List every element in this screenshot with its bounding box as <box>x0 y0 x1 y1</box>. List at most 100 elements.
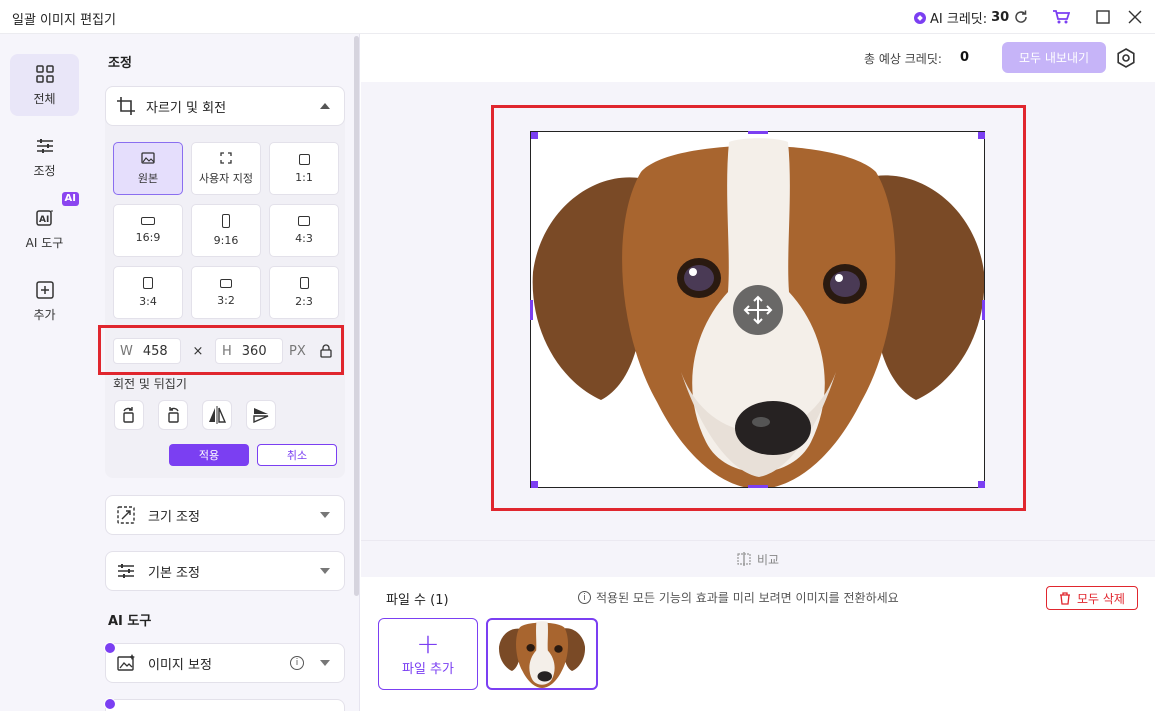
crop-handle-bottom-right[interactable] <box>978 481 985 488</box>
rotate-right-icon <box>123 407 134 423</box>
crop-handle-top[interactable] <box>748 131 768 134</box>
ratio-2-3[interactable]: 2:3 <box>269 266 339 319</box>
lock-icon[interactable] <box>320 344 332 358</box>
ratio-label: 원본 <box>137 171 159 185</box>
delete-all-button[interactable]: 모두 삭제 <box>1046 586 1138 610</box>
ratio-label: 4:3 <box>295 232 313 245</box>
ratio-label: 3:4 <box>139 295 157 308</box>
compare-icon <box>737 552 751 566</box>
file-thumbnail[interactable] <box>486 618 598 690</box>
ai-credits: AI 크레딧: 30 <box>914 8 1009 27</box>
nav-item-add[interactable]: 추가 <box>10 270 79 332</box>
move-arrows-icon <box>743 295 773 325</box>
info-icon[interactable]: i <box>290 656 304 670</box>
rotate-flip-title: 회전 및 뒤집기 <box>113 377 187 391</box>
crop-handle-bottom-left[interactable] <box>531 481 538 488</box>
width-value: 458 <box>142 343 168 359</box>
panel-scrollbar[interactable] <box>354 36 359 596</box>
export-all-button[interactable]: 모두 내보내기 <box>1002 42 1106 73</box>
plus-square-icon <box>35 280 54 299</box>
app-title: 일괄 이미지 편집기 <box>12 13 116 28</box>
info-icon: i <box>578 591 591 604</box>
sliders-icon <box>36 138 53 153</box>
portrait-icon <box>299 277 309 289</box>
section-title-adjust: 조정 <box>108 56 132 71</box>
basic-adjust-title: 기본 조정 <box>148 565 200 581</box>
height-value: 360 <box>241 343 267 359</box>
estimated-credits-value: 0 <box>960 50 970 65</box>
crop-rotate-title: 자르기 및 회전 <box>146 100 227 116</box>
cancel-button[interactable]: 취소 <box>257 444 337 466</box>
ratio-9-16[interactable]: 9:16 <box>191 204 261 257</box>
resize-icon <box>117 506 135 524</box>
nav-label: AI 도구 <box>25 235 64 250</box>
crop-rotate-header[interactable]: 자르기 및 회전 <box>105 86 345 126</box>
title-bar: 일괄 이미지 편집기 AI 크레딧: 30 <box>0 0 1155 34</box>
credits-value: 30 <box>991 10 1010 25</box>
pro-gem-icon <box>104 698 116 710</box>
rotate-left-button[interactable] <box>158 400 188 430</box>
ratio-label: 1:1 <box>295 170 313 184</box>
move-handle[interactable] <box>733 285 783 335</box>
crop-handle-top-right[interactable] <box>978 132 985 139</box>
maximize-icon[interactable] <box>1094 8 1112 26</box>
ratio-original[interactable]: 원본 <box>113 142 183 195</box>
credits-label: AI 크레딧: <box>930 12 988 27</box>
basic-adjust-accordion[interactable]: 기본 조정 <box>105 551 345 591</box>
landscape-icon <box>298 216 310 226</box>
height-field[interactable]: H 360 <box>215 338 283 364</box>
compare-bar[interactable]: 비교 <box>361 540 1155 577</box>
crop-handle-bottom[interactable] <box>748 485 768 488</box>
settings-gear-icon[interactable] <box>1116 48 1136 68</box>
nav-item-all[interactable]: 전체 <box>10 54 79 116</box>
ratio-3-2[interactable]: 3:2 <box>191 266 261 319</box>
refresh-icon[interactable] <box>1012 8 1030 26</box>
ratio-label: 사용자 지정 <box>198 171 254 185</box>
ai-badge: AI <box>61 192 79 206</box>
preview-tip: i 적용된 모든 기능의 효과를 미리 보려면 이미지를 전환하세요 <box>578 589 899 606</box>
ratio-custom[interactable]: 사용자 지정 <box>191 142 261 195</box>
dog-thumbnail <box>498 621 586 688</box>
delete-all-label: 모두 삭제 <box>1077 591 1125 606</box>
close-icon[interactable] <box>1126 8 1144 26</box>
width-label: W <box>120 343 133 359</box>
enhance-accordion[interactable]: 이미지 보정 i <box>104 642 345 683</box>
rotate-right-button[interactable] <box>114 400 144 430</box>
landscape-icon <box>220 278 232 288</box>
flip-vertical-button[interactable] <box>246 400 276 430</box>
rotate-left-icon <box>168 407 179 423</box>
nav-label: 전체 <box>33 91 56 106</box>
nav-label: 추가 <box>33 307 56 322</box>
square-icon <box>298 153 310 165</box>
custom-crop-icon <box>220 151 232 164</box>
image-icon <box>141 151 155 164</box>
next-tool-accordion[interactable] <box>104 698 345 711</box>
crop-handle-top-left[interactable] <box>531 132 538 139</box>
ratio-4-3[interactable]: 4:3 <box>269 204 339 257</box>
enhance-title: 이미지 보정 <box>148 657 212 673</box>
add-file-button[interactable]: + 파일 추가 <box>378 618 478 690</box>
nav-item-adjust[interactable]: 조정 <box>10 126 79 188</box>
flip-horizontal-button[interactable] <box>202 400 232 430</box>
resize-accordion[interactable]: 크기 조정 <box>105 495 345 535</box>
height-label: H <box>222 343 232 359</box>
crop-icon <box>117 97 135 115</box>
ratio-1-1[interactable]: 1:1 <box>269 142 339 195</box>
cart-icon[interactable] <box>1052 8 1070 26</box>
add-file-label: 파일 추가 <box>402 661 454 677</box>
times-sign: × <box>192 343 204 359</box>
ratio-label: 2:3 <box>295 295 313 308</box>
credit-gem-icon <box>914 11 926 24</box>
resize-title: 크기 조정 <box>148 509 200 525</box>
sliders-icon <box>118 564 134 578</box>
nav-item-ai-tools[interactable]: AI AI AI 도구 <box>10 192 79 260</box>
crop-handle-left[interactable] <box>530 300 533 320</box>
apply-button[interactable]: 적용 <box>169 444 249 466</box>
compare-label: 비교 <box>756 552 780 567</box>
ratio-3-4[interactable]: 3:4 <box>113 266 183 319</box>
estimated-credits-label: 총 예상 크레딧: <box>864 52 942 66</box>
ai-icon: AI <box>35 209 53 226</box>
crop-handle-right[interactable] <box>982 300 985 320</box>
width-field[interactable]: W 458 <box>113 338 181 364</box>
ratio-16-9[interactable]: 16:9 <box>113 204 183 257</box>
